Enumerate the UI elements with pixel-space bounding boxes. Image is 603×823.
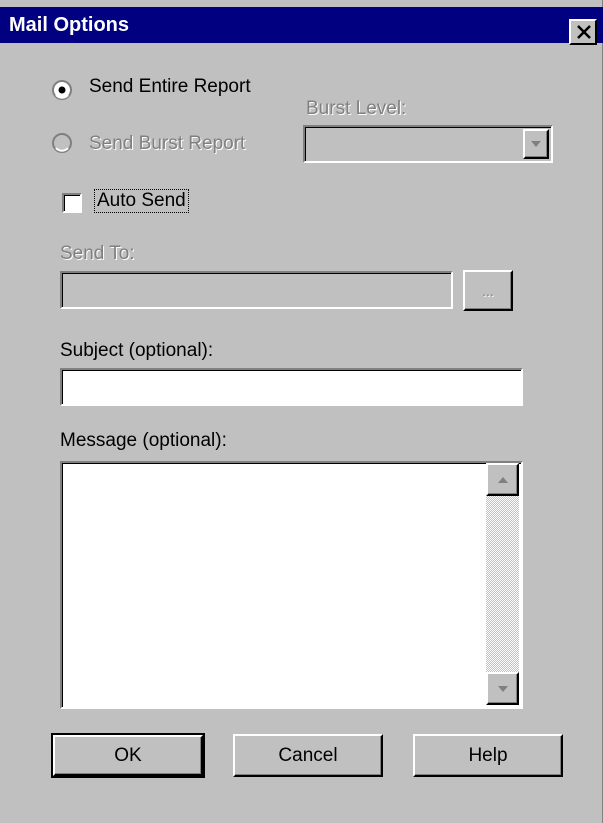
ok-button[interactable]: OK	[51, 733, 205, 778]
radio-disabled-icon	[52, 133, 72, 153]
scroll-down-icon	[497, 685, 508, 692]
subject-input[interactable]	[60, 368, 523, 406]
cancel-button-label: Cancel	[278, 744, 338, 766]
burst-level-select[interactable]	[303, 125, 553, 163]
burst-level-label: Burst Level:	[306, 98, 407, 119]
send-burst-report-label: Send Burst Report	[89, 133, 246, 154]
message-textarea[interactable]	[60, 461, 523, 709]
send-to-field[interactable]	[60, 271, 453, 309]
mail-options-dialog: Mail Options Send Entire Report Burst Le…	[0, 0, 603, 823]
dialog-title: Mail Options	[9, 14, 129, 36]
title-bar[interactable]: Mail Options	[0, 7, 603, 45]
message-scrollbar[interactable]	[486, 463, 519, 705]
scroll-up-icon	[497, 476, 508, 483]
radio-selected-icon	[52, 80, 72, 100]
help-button-label: Help	[468, 744, 508, 766]
dropdown-arrow-icon	[531, 141, 541, 147]
scroll-down-button[interactable]	[486, 672, 519, 705]
close-icon	[577, 25, 591, 39]
send-entire-report-label: Send Entire Report	[89, 76, 251, 97]
browse-button[interactable]: ...	[463, 270, 513, 311]
cancel-button[interactable]: Cancel	[233, 734, 383, 777]
ok-button-label: OK	[114, 744, 142, 766]
help-button[interactable]: Help	[413, 734, 563, 777]
auto-send-check-box[interactable]	[62, 193, 82, 213]
burst-level-dropdown-button[interactable]	[523, 129, 549, 159]
send-to-label: Send To:	[60, 243, 135, 264]
browse-button-label: ...	[482, 282, 494, 299]
close-button[interactable]	[569, 19, 597, 45]
message-label: Message (optional):	[60, 430, 227, 451]
subject-label: Subject (optional):	[60, 340, 214, 361]
auto-send-label: Auto Send	[94, 189, 189, 213]
scroll-up-button[interactable]	[486, 463, 519, 496]
